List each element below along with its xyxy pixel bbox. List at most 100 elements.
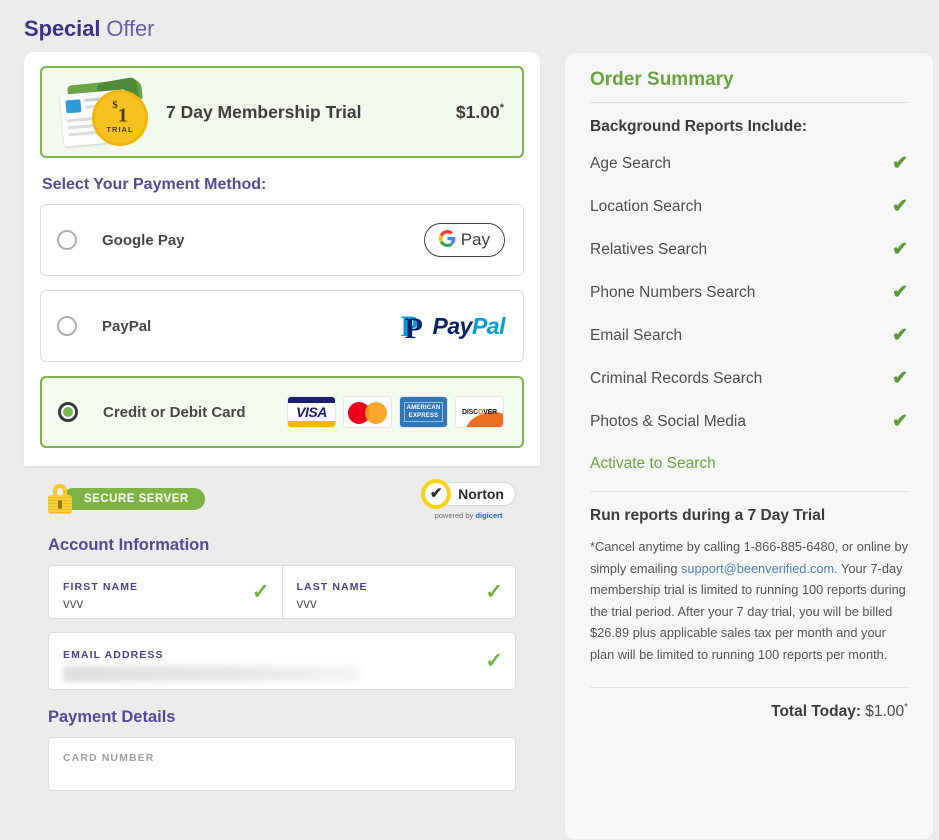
- visa-text: VISA: [296, 404, 327, 420]
- report-item-label: Relatives Search: [590, 240, 708, 258]
- first-name-field[interactable]: FIRST NAME vvv ✓: [49, 566, 282, 618]
- payment-option-label: PayPal: [102, 317, 152, 335]
- first-name-label: FIRST NAME: [63, 581, 139, 593]
- discover-icon: DISCOVER: [455, 396, 504, 428]
- payment-details-heading: Payment Details: [48, 708, 176, 726]
- norton-sub-pre: powered by: [434, 510, 476, 520]
- page-title-rest: Offer: [100, 16, 155, 41]
- paypal-word-pay: Pay: [432, 312, 473, 339]
- background-reports-heading: Background Reports Include:: [590, 118, 808, 135]
- report-item-label: Criminal Records Search: [590, 369, 763, 387]
- name-fields-row: FIRST NAME vvv ✓ LAST NAME vvv ✓: [48, 565, 516, 619]
- trial-price-asterisk: *: [499, 101, 504, 114]
- checkout-left-column: $1 TRIAL 7 Day Membership Trial $1.00* S…: [24, 52, 540, 791]
- account-information-section: Account Information FIRST NAME vvv ✓ LAS…: [24, 536, 540, 791]
- norton-badge-row: ✔ Norton: [421, 478, 516, 509]
- total-today-row: Total Today: $1.00*: [590, 702, 908, 721]
- amex-icon: AMERICAN EXPRESS: [399, 396, 448, 428]
- list-item: Phone Numbers Search ✔: [590, 271, 908, 314]
- padlock-keyhole: [58, 500, 62, 509]
- norton-check-glyph: ✔: [425, 482, 448, 505]
- report-item-label: Email Search: [590, 326, 683, 344]
- card-number-label: CARD NUMBER: [63, 752, 155, 764]
- last-name-valid-icon: ✓: [485, 580, 503, 604]
- trial-price-value: $1.00: [455, 101, 500, 122]
- amex-line-2: EXPRESS: [408, 413, 439, 419]
- google-pay-text: Pay: [460, 230, 490, 249]
- payment-option-credit-card[interactable]: Credit or Debit Card VISA AMERICAN EXPRE…: [40, 376, 524, 448]
- payment-method-card: $1 TRIAL 7 Day Membership Trial $1.00* S…: [24, 52, 540, 466]
- total-today-asterisk: *: [904, 702, 908, 713]
- payment-option-label: Google Pay: [102, 231, 185, 249]
- trial-offer-price: $1.00*: [456, 102, 504, 123]
- report-item-label: Photos & Social Media: [590, 412, 746, 430]
- discover-pre: DISC: [462, 408, 478, 416]
- discover-post: VER: [483, 408, 497, 416]
- page-title-strong: Special: [24, 16, 101, 41]
- card-number-field[interactable]: CARD NUMBER: [48, 737, 516, 791]
- paypal-p-dark: P: [404, 312, 423, 345]
- radio-paypal[interactable]: [57, 316, 77, 336]
- email-field-row: EMAIL ADDRESS ✓: [48, 632, 516, 690]
- paypal-word-pal: Pal: [471, 312, 506, 339]
- list-item: Photos & Social Media ✔: [590, 400, 908, 443]
- list-item: Location Search ✔: [590, 185, 908, 228]
- list-item: Relatives Search ✔: [590, 228, 908, 271]
- trial-report-icon: $1 TRIAL: [52, 72, 160, 152]
- order-summary-panel: Order Summary Background Reports Include…: [564, 52, 934, 840]
- dollar-coin-badge-icon: $1 TRIAL: [92, 90, 148, 146]
- report-photo-thumb: [65, 99, 82, 114]
- order-summary-title: Order Summary: [590, 69, 734, 90]
- payment-option-google-pay[interactable]: Google Pay Pay: [40, 204, 524, 276]
- radio-google-pay[interactable]: [57, 230, 77, 250]
- last-name-value: vvv: [296, 596, 317, 611]
- coin-label: TRIAL: [106, 125, 134, 135]
- padlock-icon: [48, 484, 72, 514]
- google-pay-logo-icon: Pay: [423, 223, 505, 257]
- amex-line-1: AMERICAN: [406, 405, 441, 411]
- run-reports-heading: Run reports during a 7 Day Trial: [590, 507, 826, 524]
- mastercard-orange-circle: [365, 402, 387, 424]
- coin-amount: $1: [112, 99, 128, 127]
- payment-option-paypal[interactable]: PayPal P P PayPal: [40, 290, 524, 362]
- email-valid-icon: ✓: [485, 649, 503, 673]
- support-email-link[interactable]: support@beenverified.com: [681, 561, 834, 576]
- visa-bottom-bar: [288, 421, 335, 427]
- last-name-label: LAST NAME: [296, 581, 368, 593]
- total-today-value: $1.00: [865, 703, 905, 721]
- activate-to-search-link[interactable]: Activate to Search: [590, 443, 908, 485]
- paypal-wordmark: PayPal: [432, 312, 506, 340]
- checkout-page: Special Offer $1 TRIAL 7 Day Membership …: [0, 0, 939, 840]
- select-payment-method-label: Select Your Payment Method:: [42, 176, 267, 193]
- paypal-p-mark-icon: P P: [401, 311, 427, 345]
- paypal-logo-icon: P P PayPal: [401, 311, 506, 345]
- email-label: EMAIL ADDRESS: [63, 648, 164, 661]
- security-badges-row: SECURE SERVER ✔ Norton powered by digice…: [24, 468, 540, 530]
- list-item: Email Search ✔: [590, 314, 908, 357]
- trial-offer-name: 7 Day Membership Trial: [166, 101, 362, 122]
- payment-option-label: Credit or Debit Card: [103, 403, 246, 421]
- list-item: Criminal Records Search ✔: [590, 357, 908, 400]
- page-title: Special Offer: [24, 14, 154, 44]
- norton-sub: powered by digicert: [421, 511, 516, 520]
- email-value-redacted: [63, 665, 360, 682]
- email-field[interactable]: EMAIL ADDRESS ✓: [49, 633, 515, 689]
- radio-credit-card[interactable]: [58, 402, 78, 422]
- check-icon: ✔: [892, 411, 908, 432]
- norton-check-icon: ✔: [421, 478, 452, 509]
- coin-number: 1: [117, 104, 128, 127]
- summary-divider-3: [590, 687, 908, 688]
- list-item: Age Search ✔: [590, 142, 908, 185]
- report-item-label: Age Search: [590, 154, 671, 172]
- check-icon: ✔: [892, 239, 908, 260]
- last-name-field[interactable]: LAST NAME vvv ✓: [281, 566, 516, 618]
- trial-offer-box: $1 TRIAL 7 Day Membership Trial $1.00*: [40, 66, 524, 158]
- check-icon: ✔: [892, 282, 908, 303]
- first-name-value: vvv: [63, 596, 84, 611]
- google-g-icon: [438, 230, 456, 250]
- digicert-brand: digicert: [475, 510, 503, 520]
- check-icon: ✔: [892, 368, 908, 389]
- account-information-heading: Account Information: [48, 536, 210, 554]
- first-name-valid-icon: ✓: [251, 580, 270, 604]
- fine-print-text: *Cancel anytime by calling 1-866-885-648…: [590, 536, 908, 665]
